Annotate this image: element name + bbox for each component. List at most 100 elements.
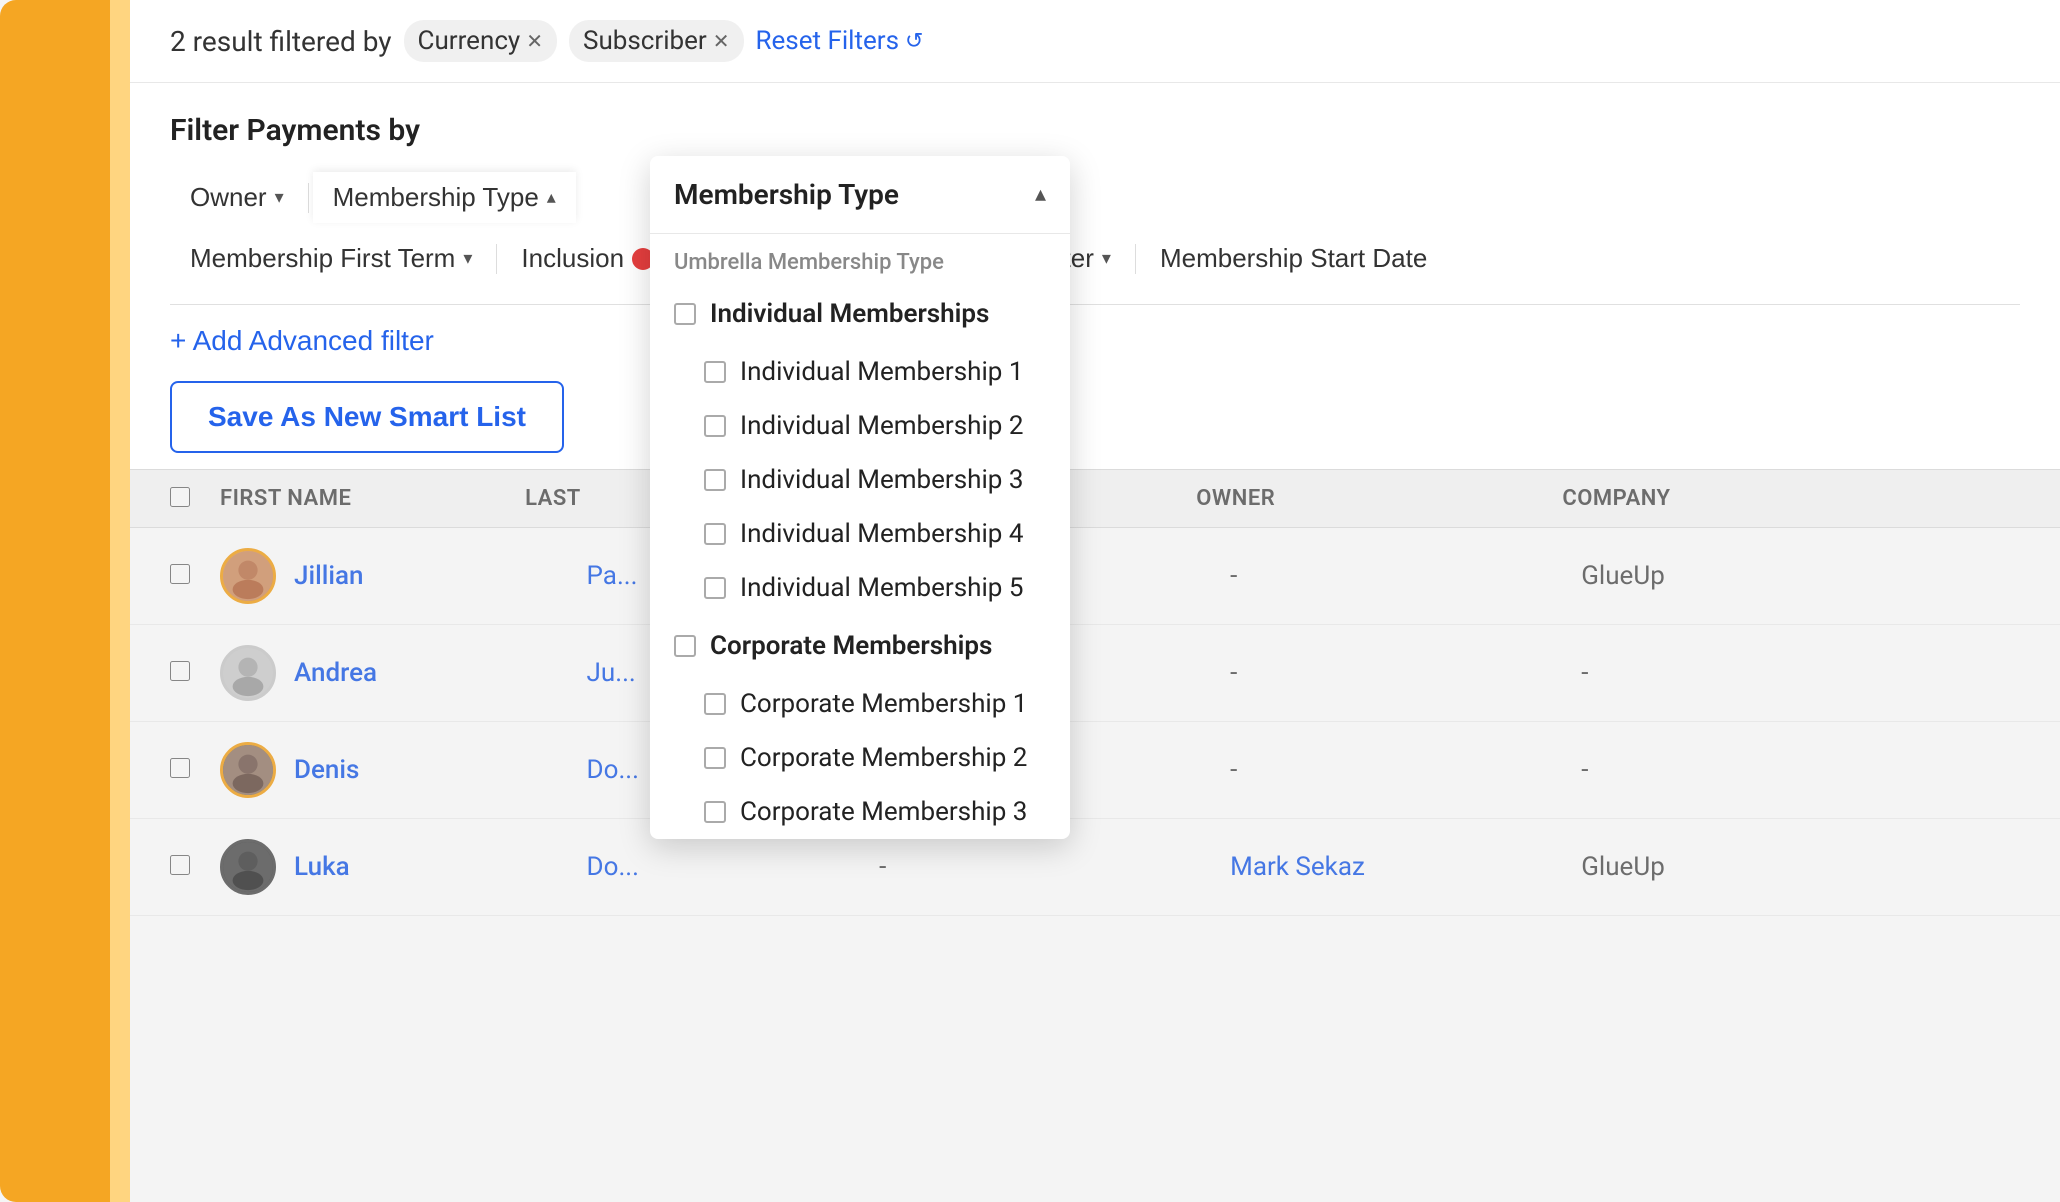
corporate-membership-3-checkbox[interactable] (704, 801, 726, 823)
corporate-membership-1-item[interactable]: Corporate Membership 1 (650, 677, 1070, 731)
subscriber-chip-close[interactable]: ✕ (713, 29, 730, 53)
save-smart-list-button[interactable]: Save As New Smart List (170, 381, 564, 453)
membership-type-filter-label: Membership Type (333, 182, 539, 213)
dropdown-title: Membership Type (674, 178, 899, 211)
filter-row-1: Owner ▾ Membership Type ▴ (170, 172, 2020, 223)
main-content: 2 result filtered by Currency ✕ Subscrib… (130, 0, 2060, 1202)
row-company-denis: - (1581, 755, 2020, 785)
individual-membership-4-checkbox[interactable] (704, 523, 726, 545)
reset-filters-button[interactable]: Reset Filters ↺ (756, 26, 924, 56)
corporate-membership-3-item[interactable]: Corporate Membership 3 (650, 785, 1070, 839)
individual-membership-2-item[interactable]: Individual Membership 2 (650, 399, 1070, 453)
individual-group-checkbox[interactable] (674, 303, 696, 325)
row-first-luka[interactable]: Luka (294, 852, 587, 882)
start-date-filter-label: Membership Start Date (1160, 243, 1427, 274)
corporate-membership-2-item[interactable]: Corporate Membership 2 (650, 731, 1070, 785)
corporate-membership-3-label: Corporate Membership 3 (740, 797, 1027, 827)
individual-membership-3-item[interactable]: Individual Membership 3 (650, 453, 1070, 507)
row-owner-jillian: - (1230, 561, 1581, 591)
avatar-luka (220, 839, 280, 895)
individual-membership-2-checkbox[interactable] (704, 415, 726, 437)
individual-membership-5-checkbox[interactable] (704, 577, 726, 599)
corporate-group-checkbox[interactable] (674, 635, 696, 657)
row-first-jillian[interactable]: Jillian (294, 561, 587, 591)
avatar-svg-jillian (223, 550, 273, 602)
reset-icon: ↺ (905, 29, 923, 54)
row-owner-denis: - (1230, 755, 1581, 785)
corporate-memberships-group[interactable]: Corporate Memberships (650, 615, 1070, 677)
table-row: Denis Do... - - - (130, 722, 2060, 819)
table-row: Andrea Ju... - - - (130, 625, 2060, 722)
start-date-filter-button[interactable]: Membership Start Date (1140, 233, 1447, 284)
subscriber-chip-label: Subscriber (583, 26, 707, 56)
currency-chip[interactable]: Currency ✕ (404, 20, 557, 62)
dropdown-chevron-up-icon: ▴ (1035, 182, 1046, 207)
avatar-svg-luka (223, 841, 273, 893)
row-owner-luka[interactable]: Mark Sekaz (1230, 852, 1581, 882)
row-check-jillian[interactable] (170, 564, 220, 588)
individual-membership-5-item[interactable]: Individual Membership 5 (650, 561, 1070, 615)
filter-divider (170, 304, 2020, 305)
individual-memberships-group[interactable]: Individual Memberships (650, 283, 1070, 345)
currency-chip-close[interactable]: ✕ (526, 29, 543, 53)
membership-type-filter-button[interactable]: Membership Type ▴ (313, 172, 576, 223)
dropdown-section-label: Umbrella Membership Type (650, 234, 1070, 283)
row-phone-luka: - (879, 852, 1230, 882)
owner-filter-label: Owner (190, 182, 267, 213)
select-all-cell[interactable] (170, 487, 220, 511)
row-company-andrea: - (1581, 658, 2020, 688)
owner-filter-button[interactable]: Owner ▾ (170, 172, 304, 223)
individual-membership-1-item[interactable]: Individual Membership 1 (650, 345, 1070, 399)
add-filter-label: + Add Advanced filter (170, 325, 434, 357)
individual-group-label: Individual Memberships (710, 299, 989, 329)
avatar-img-andrea (220, 645, 276, 701)
primary-chapter-chevron-icon: ▾ (1102, 248, 1111, 269)
corporate-membership-1-label: Corporate Membership 1 (740, 689, 1027, 719)
row-first-andrea[interactable]: Andrea (294, 658, 587, 688)
result-count: 2 result filtered by (170, 25, 392, 58)
avatar-img-denis (220, 742, 276, 798)
table-row: Luka Do... - Mark Sekaz GlueUp (130, 819, 2060, 916)
row-check-luka[interactable] (170, 855, 220, 879)
individual-membership-3-label: Individual Membership 3 (740, 465, 1023, 495)
individual-membership-4-label: Individual Membership 4 (740, 519, 1023, 549)
row-last-luka[interactable]: Do... (587, 852, 880, 882)
corporate-membership-2-checkbox[interactable] (704, 747, 726, 769)
membership-type-dropdown[interactable]: Membership Type ▴ Umbrella Membership Ty… (650, 156, 1070, 839)
corporate-membership-2-label: Corporate Membership 2 (740, 743, 1027, 773)
owner-chevron-icon: ▾ (275, 187, 284, 208)
avatar-denis (220, 742, 280, 798)
row-company-jillian: GlueUp (1581, 561, 2020, 591)
col-header-first-name: FIRST NAME (220, 486, 525, 511)
table-area: FIRST NAME LAST PHONE OWNER COMPANY Jill… (130, 469, 2060, 1202)
dropdown-header: Membership Type ▴ (650, 156, 1070, 234)
filter-separator-1 (308, 183, 309, 213)
filter-separator-5 (1135, 244, 1136, 274)
row-check-andrea[interactable] (170, 661, 220, 685)
filter-separator-2 (496, 244, 497, 274)
individual-membership-1-label: Individual Membership 1 (740, 357, 1023, 387)
currency-chip-label: Currency (418, 26, 521, 56)
corporate-group-label: Corporate Memberships (710, 631, 992, 661)
filter-row-2: Membership First Term ▾ Inclusion ▾ r In… (170, 233, 2020, 284)
row-check-denis[interactable] (170, 758, 220, 782)
avatar-img-jillian (220, 548, 276, 604)
table-row: Jillian Pa... - - GlueUp (130, 528, 2060, 625)
individual-membership-5-label: Individual Membership 5 (740, 573, 1023, 603)
individual-membership-4-item[interactable]: Individual Membership 4 (650, 507, 1070, 561)
avatar-svg-denis (223, 744, 273, 796)
subscriber-chip[interactable]: Subscriber ✕ (569, 20, 744, 62)
individual-membership-1-checkbox[interactable] (704, 361, 726, 383)
avatar-svg-andrea (223, 647, 273, 699)
reset-filters-label: Reset Filters (756, 26, 900, 56)
first-term-filter-button[interactable]: Membership First Term ▾ (170, 233, 492, 284)
col-header-owner: OWNER (1196, 486, 1562, 511)
individual-membership-3-checkbox[interactable] (704, 469, 726, 491)
col-header-company: COMPANY (1562, 486, 2020, 511)
add-advanced-filter-button[interactable]: + Add Advanced filter (170, 325, 434, 357)
status-filter-label: Inclusion (521, 243, 624, 274)
select-all-checkbox[interactable] (170, 487, 190, 507)
row-first-denis[interactable]: Denis (294, 755, 587, 785)
row-owner-andrea: - (1230, 658, 1581, 688)
corporate-membership-1-checkbox[interactable] (704, 693, 726, 715)
